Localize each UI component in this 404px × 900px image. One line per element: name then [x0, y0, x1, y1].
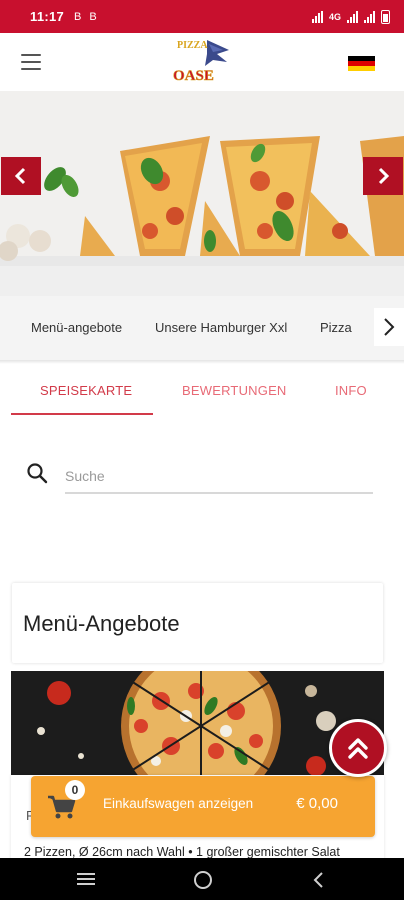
chevron-right-icon	[378, 167, 390, 185]
logo-text-bottom: OASE	[173, 68, 214, 84]
app-header: PIZZA OASE	[0, 33, 404, 91]
notification-icon: B	[89, 10, 97, 23]
hamburger-icon[interactable]	[21, 54, 41, 70]
double-chevron-up-icon	[348, 738, 368, 759]
search-icon	[27, 463, 48, 484]
home-icon[interactable]	[193, 870, 213, 890]
active-tab-indicator	[11, 413, 153, 415]
cell-signal-icon-2	[364, 10, 375, 23]
cart-total: € 0,00	[296, 795, 338, 812]
wifi-signal-icon	[311, 10, 323, 23]
battery-icon	[381, 9, 390, 24]
network-type: 4G	[328, 11, 341, 22]
view-cart-button[interactable]: 0 Einkaufswagen anzeigen € 0,00	[31, 776, 375, 837]
banner-gap	[0, 266, 404, 296]
category-pizza[interactable]: Pizza	[320, 320, 352, 335]
chevron-left-icon	[14, 167, 26, 185]
logo-text-top: PIZZA	[177, 40, 208, 51]
tab-bar: SPEISEKARTE BEWERTUNGEN INFO	[0, 364, 404, 416]
pizza-banner-image	[0, 91, 404, 266]
cell-signal-icon	[347, 10, 358, 23]
cart-label: Einkaufswagen anzeigen	[103, 796, 254, 811]
search-input[interactable]	[65, 460, 373, 494]
category-hamburger[interactable]: Unsere Hamburger Xxl	[155, 320, 287, 335]
banner-next-button[interactable]	[363, 157, 403, 195]
scroll-to-top-button[interactable]	[329, 719, 387, 777]
section-title: Menü-Angebote	[23, 611, 180, 636]
section-header-card: Menü-Angebote	[12, 583, 383, 663]
pizza-product-image	[11, 671, 384, 775]
back-icon[interactable]	[312, 871, 324, 889]
category-next-button[interactable]	[374, 308, 404, 346]
pizza-oase-logo[interactable]: PIZZA OASE	[171, 36, 237, 88]
product-image[interactable]	[11, 671, 384, 775]
tab-speisekarte[interactable]: SPEISEKARTE	[40, 383, 132, 398]
cart-count-badge: 0	[65, 780, 85, 800]
notification-icon: B	[74, 10, 82, 23]
banner-prev-button[interactable]	[1, 157, 41, 195]
notification-icons: B B	[74, 11, 97, 23]
recents-icon[interactable]	[76, 872, 96, 886]
category-bar: Menü-angebote Unsere Hamburger Xxl Pizza	[0, 296, 404, 360]
tab-info[interactable]: INFO	[335, 383, 367, 398]
status-bar: 11:17 B B 4G	[0, 0, 404, 33]
chevron-right-icon	[384, 318, 395, 336]
system-nav-bar	[0, 858, 404, 900]
germany-flag[interactable]	[348, 56, 375, 71]
product-description: 2 Pizzen, Ø 26cm nach Wahl • 1 großer ge…	[24, 845, 340, 859]
hero-banner	[0, 91, 404, 266]
tab-bewertungen[interactable]: BEWERTUNGEN	[182, 383, 287, 398]
status-right: 4G	[311, 9, 390, 24]
status-time: 11:17	[30, 9, 65, 24]
category-menu-angebote[interactable]: Menü-angebote	[31, 320, 122, 335]
